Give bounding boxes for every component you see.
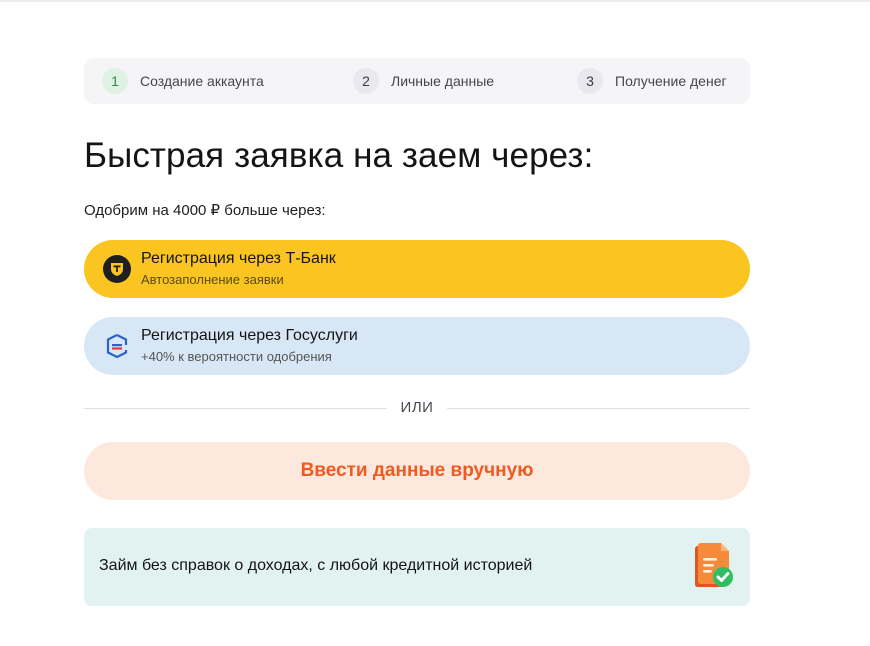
step-label: Создание аккаунта (140, 73, 264, 89)
divider-line-right (447, 408, 750, 409)
step-number: 2 (353, 68, 379, 94)
divider-or: ИЛИ (400, 399, 434, 416)
step-get-money: 3 Получение денег (577, 68, 727, 94)
option-title: Регистрация через Т-Банк (141, 250, 336, 267)
divider-line-left (84, 408, 387, 409)
gosuslugi-registration-button[interactable]: Регистрация через Госуслуги +40% к вероя… (84, 317, 750, 375)
document-check-icon (695, 543, 733, 587)
top-border (0, 0, 870, 2)
step-personal-data: 2 Личные данные (353, 68, 494, 94)
option-title: Регистрация через Госуслуги (141, 327, 358, 344)
step-number: 3 (577, 68, 603, 94)
subtitle: Одобрим на 4000 ₽ больше через: (84, 202, 326, 219)
gosuslugi-icon (106, 334, 128, 359)
tbank-registration-button[interactable]: Регистрация через Т-Банк Автозаполнение … (84, 240, 750, 298)
step-number: 1 (102, 68, 128, 94)
tbank-icon (103, 255, 131, 283)
step-label: Личные данные (391, 73, 495, 89)
info-text: Займ без справок о доходах, с любой кред… (99, 557, 533, 574)
option-subtitle: +40% к вероятности одобрения (141, 349, 332, 364)
info-banner: Займ без справок о доходах, с любой кред… (84, 528, 750, 606)
step-label: Получение денег (615, 73, 727, 89)
step-create-account: 1 Создание аккаунта (102, 68, 264, 94)
manual-entry-button[interactable]: Ввести данные вручную (84, 442, 750, 500)
progress-steps: 1 Создание аккаунта 2 Личные данные 3 По… (84, 58, 750, 104)
page-title: Быстрая заявка на заем через: (84, 136, 594, 175)
option-subtitle: Автозаполнение заявки (141, 272, 284, 287)
